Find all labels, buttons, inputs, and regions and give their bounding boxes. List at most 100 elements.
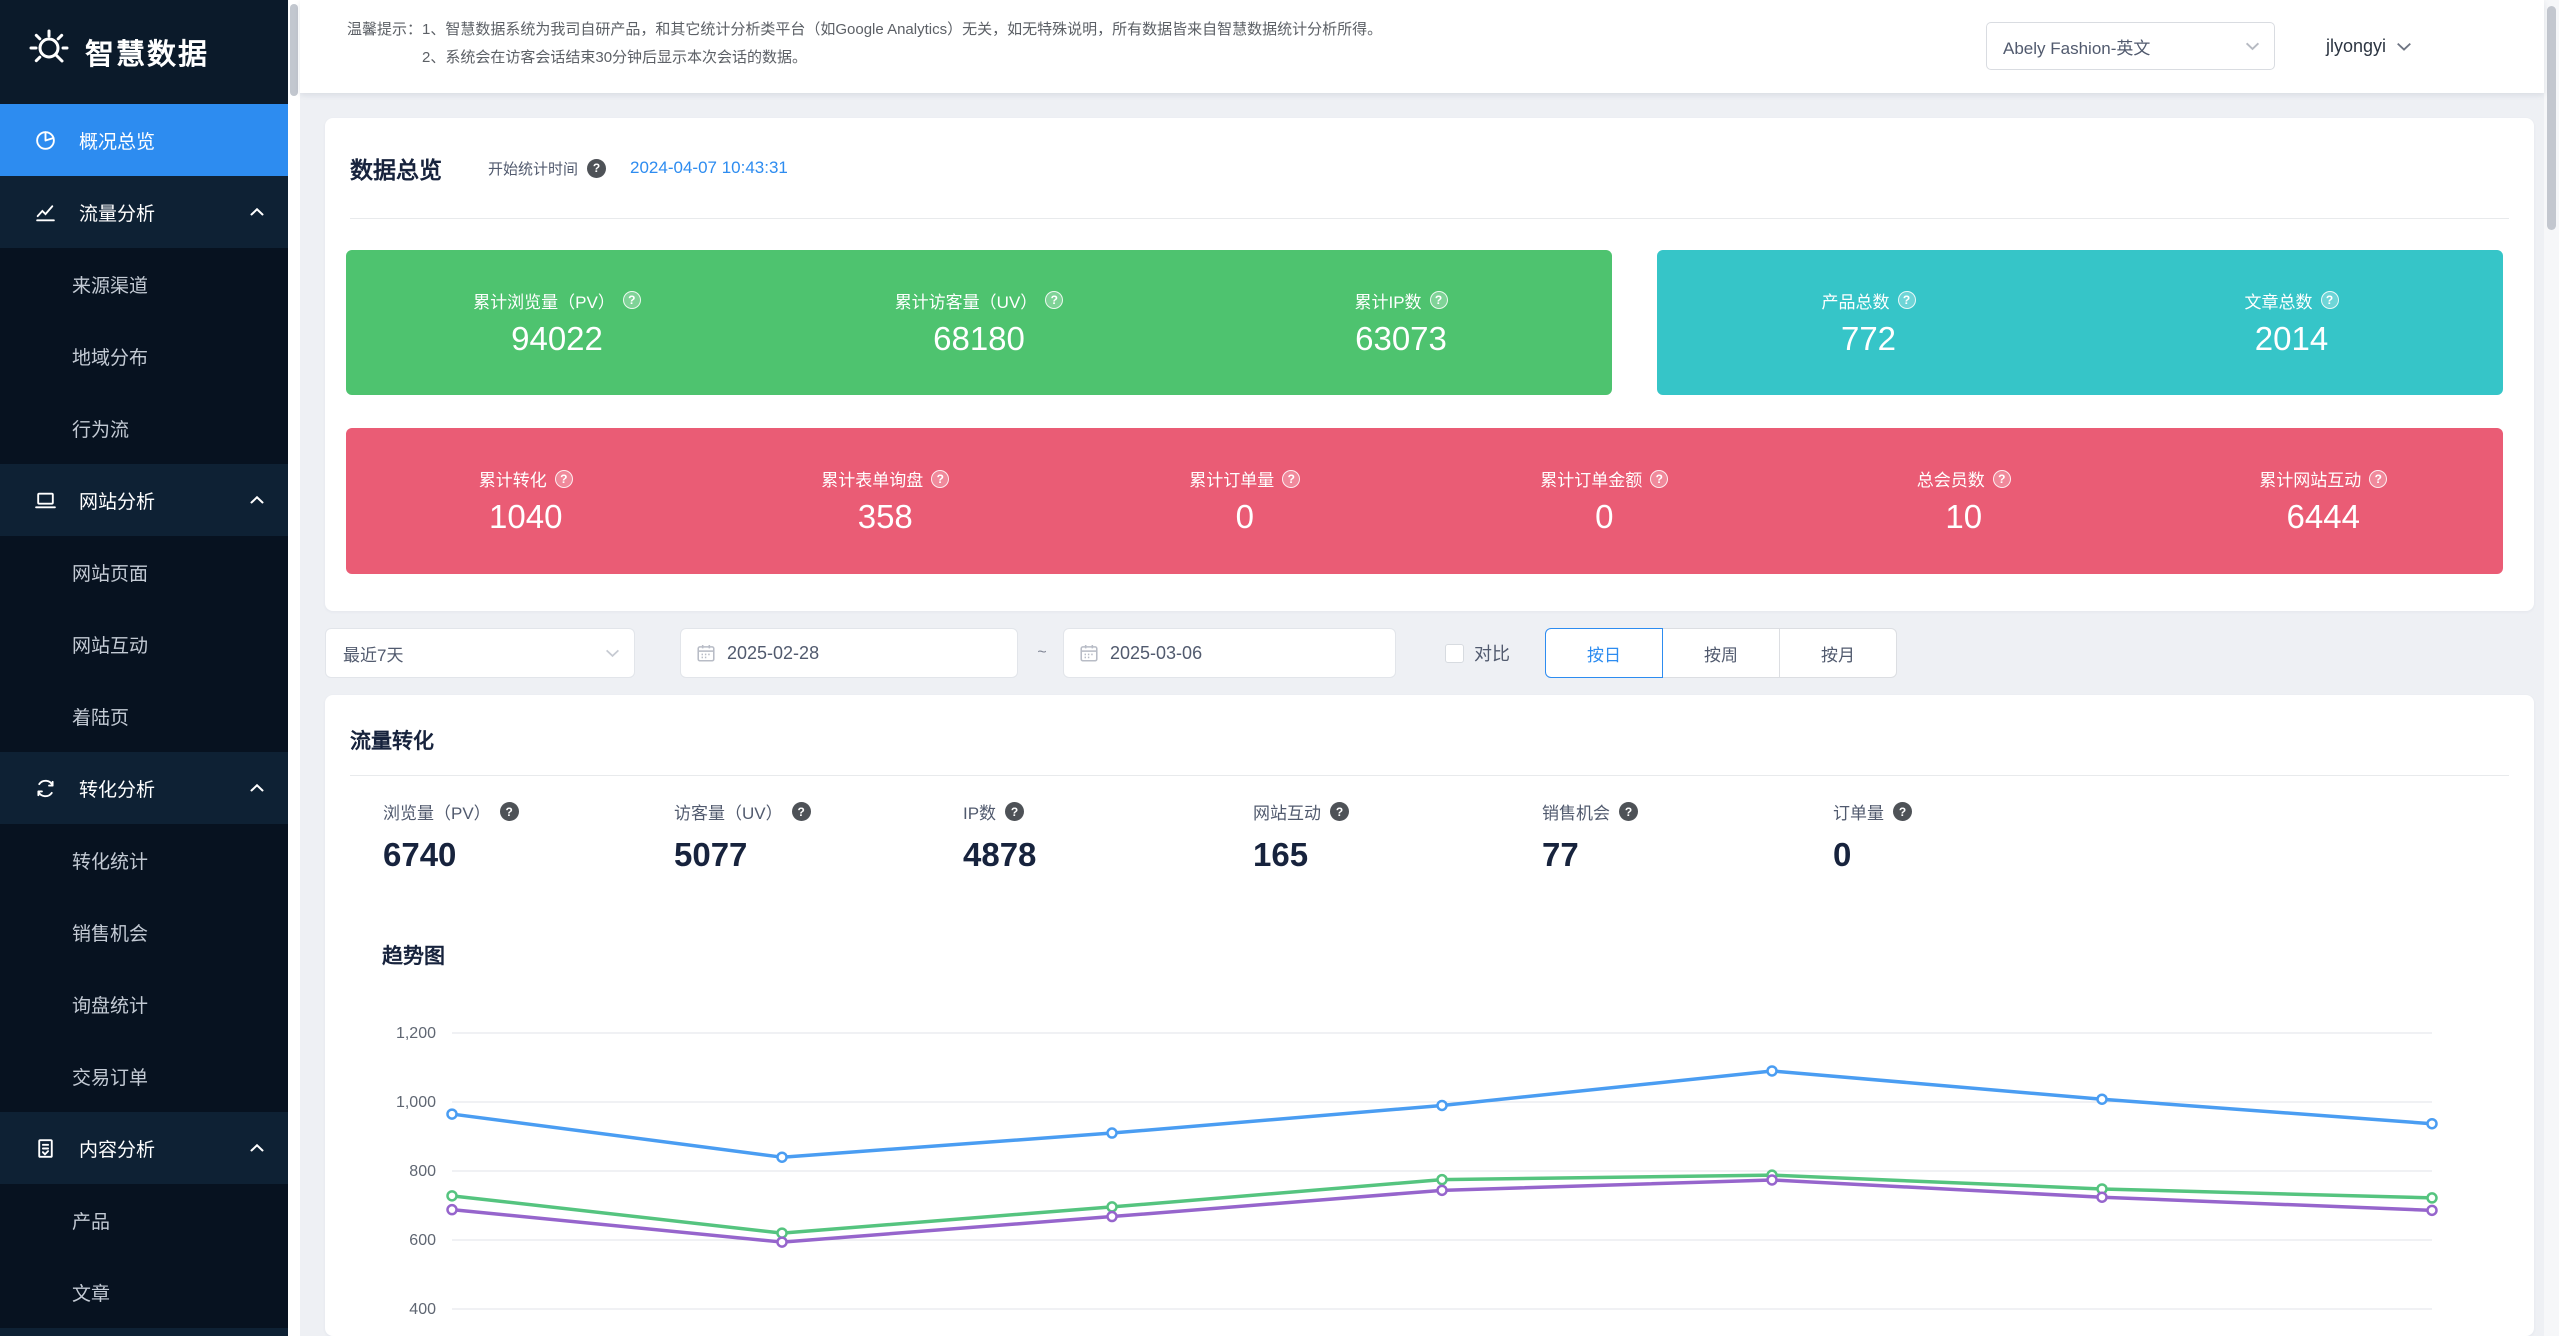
by-month-button[interactable]: 按月 — [1779, 628, 1897, 678]
app-title: 智慧数据 — [85, 31, 209, 73]
help-icon[interactable]: ? — [2369, 470, 2387, 488]
help-icon[interactable]: ? — [1282, 470, 1300, 488]
stat-value: 0 — [1065, 498, 1425, 536]
user-menu[interactable]: jlyongyi — [2326, 0, 2412, 93]
traffic-stat-value: 4878 — [963, 836, 1036, 874]
help-icon[interactable]: ? — [1005, 802, 1024, 821]
help-icon[interactable]: ? — [931, 470, 949, 488]
app-logo: 智慧数据 — [0, 0, 288, 104]
traffic-stat-item: IP数?4878 — [963, 799, 1036, 874]
traffic-section-title: 流量转化 — [350, 725, 434, 755]
stat-label: 累计IP数 — [1354, 288, 1421, 313]
start-date-input[interactable]: 2025-02-28 — [680, 628, 1018, 678]
chevron-down-icon — [2245, 41, 2260, 51]
sidebar-item-behavior-flow[interactable]: 行为流 — [0, 392, 288, 464]
date-range-select[interactable]: 最近7天 — [325, 628, 635, 678]
data-point[interactable] — [2428, 1193, 2437, 1202]
sidebar-item-articles[interactable]: 文章 — [0, 1256, 288, 1328]
data-point[interactable] — [448, 1110, 457, 1119]
sidebar-item-label: 流量分析 — [79, 199, 155, 226]
data-point[interactable] — [778, 1238, 787, 1247]
data-point[interactable] — [2428, 1206, 2437, 1215]
data-point[interactable] — [1108, 1129, 1117, 1138]
chevron-down-icon — [2396, 41, 2412, 52]
help-icon[interactable]: ? — [555, 470, 573, 488]
trend-chart-title: 趋势图 — [382, 940, 445, 970]
data-point[interactable] — [448, 1191, 457, 1200]
end-date-input[interactable]: 2025-03-06 — [1063, 628, 1396, 678]
data-point[interactable] — [448, 1205, 457, 1214]
sidebar-item-site-pages[interactable]: 网站页面 — [0, 536, 288, 608]
sidebar-item-sales-leads[interactable]: 销售机会 — [0, 896, 288, 968]
traffic-stat-item: 订单量?0 — [1833, 799, 1912, 874]
by-day-button[interactable]: 按日 — [1545, 628, 1663, 678]
help-icon[interactable]: ? — [1650, 470, 1668, 488]
sidebar-item-content-analysis[interactable]: 内容分析 — [0, 1112, 288, 1184]
chevron-up-icon — [250, 496, 264, 505]
sidebar-item-site-analysis[interactable]: 网站分析 — [0, 464, 288, 536]
page-scrollbar[interactable] — [2544, 0, 2559, 1336]
sidebar-item-inquiry-stats[interactable]: 询盘统计 — [0, 968, 288, 1040]
sidebar-item-label: 文章 — [72, 1279, 110, 1306]
help-icon[interactable]: ? — [1330, 802, 1349, 821]
data-point[interactable] — [1108, 1212, 1117, 1221]
data-point[interactable] — [2428, 1119, 2437, 1128]
sidebar-scrollbar-thumb[interactable] — [290, 4, 298, 96]
help-icon[interactable]: ? — [1898, 291, 1916, 309]
page-scrollbar-thumb[interactable] — [2547, 6, 2556, 230]
chevron-up-icon — [250, 784, 264, 793]
sidebar-item-source-channel[interactable]: 来源渠道 — [0, 248, 288, 320]
sidebar-item-landing-page[interactable]: 着陆页 — [0, 680, 288, 752]
data-point[interactable] — [1438, 1175, 1447, 1184]
sidebar-item-region-distribution[interactable]: 地域分布 — [0, 320, 288, 392]
sidebar-item-label: 转化统计 — [72, 847, 148, 874]
stat-label: 累计浏览量（PV） — [473, 288, 615, 313]
trend-line-chart[interactable]: 1,2001,000800600400 — [330, 1015, 2534, 1336]
sidebar-item-overview[interactable]: 概况总览 — [0, 104, 288, 176]
help-icon[interactable]: ? — [1893, 802, 1912, 821]
data-point[interactable] — [2098, 1095, 2107, 1104]
compare-label: 对比 — [1474, 640, 1510, 666]
help-icon[interactable]: ? — [623, 291, 641, 309]
help-icon[interactable]: ? — [1045, 291, 1063, 309]
stat-item: 累计IP数?63073 — [1190, 288, 1612, 358]
data-point[interactable] — [2098, 1193, 2107, 1202]
traffic-stat-label: 网站互动 — [1253, 799, 1321, 824]
sidebar-item-conversion-stats[interactable]: 转化统计 — [0, 824, 288, 896]
by-week-button[interactable]: 按周 — [1662, 628, 1780, 678]
help-icon[interactable]: ? — [587, 159, 606, 178]
help-icon[interactable]: ? — [2321, 291, 2339, 309]
sidebar-item-conversion-analysis[interactable]: 转化分析 — [0, 752, 288, 824]
sidebar-item-partial[interactable] — [0, 1328, 288, 1336]
help-icon[interactable]: ? — [1430, 291, 1448, 309]
help-icon[interactable]: ? — [1619, 802, 1638, 821]
help-icon[interactable]: ? — [500, 802, 519, 821]
site-selector[interactable]: Abely Fashion-英文 — [1986, 22, 2275, 70]
data-point[interactable] — [1108, 1202, 1117, 1211]
tips-label: 温馨提示： — [347, 16, 422, 72]
data-point[interactable] — [778, 1229, 787, 1238]
data-point[interactable] — [1768, 1066, 1777, 1075]
document-icon — [34, 1137, 57, 1160]
date-range-value: 最近7天 — [343, 641, 403, 666]
stat-value: 94022 — [346, 320, 768, 358]
data-point[interactable] — [1768, 1175, 1777, 1184]
help-icon[interactable]: ? — [1993, 470, 2011, 488]
stat-label: 产品总数 — [1822, 288, 1890, 313]
data-point[interactable] — [1438, 1186, 1447, 1195]
sidebar-item-traffic-analysis[interactable]: 流量分析 — [0, 176, 288, 248]
compare-checkbox[interactable] — [1445, 644, 1464, 663]
data-point[interactable] — [1438, 1101, 1447, 1110]
stat-value: 358 — [706, 498, 1066, 536]
stat-item: 总会员数?10 — [1784, 466, 2144, 536]
sidebar-item-products[interactable]: 产品 — [0, 1184, 288, 1256]
sidebar-item-site-interaction[interactable]: 网站互动 — [0, 608, 288, 680]
data-point[interactable] — [778, 1153, 787, 1162]
refresh-icon — [34, 777, 57, 800]
sidebar-item-trade-orders[interactable]: 交易订单 — [0, 1040, 288, 1112]
y-axis-tick-label: 1,200 — [396, 1025, 436, 1042]
help-icon[interactable]: ? — [792, 802, 811, 821]
line-chart-icon — [34, 201, 57, 224]
sidebar-scrollbar[interactable] — [288, 0, 300, 1336]
stat-item: 累计订单量?0 — [1065, 466, 1425, 536]
